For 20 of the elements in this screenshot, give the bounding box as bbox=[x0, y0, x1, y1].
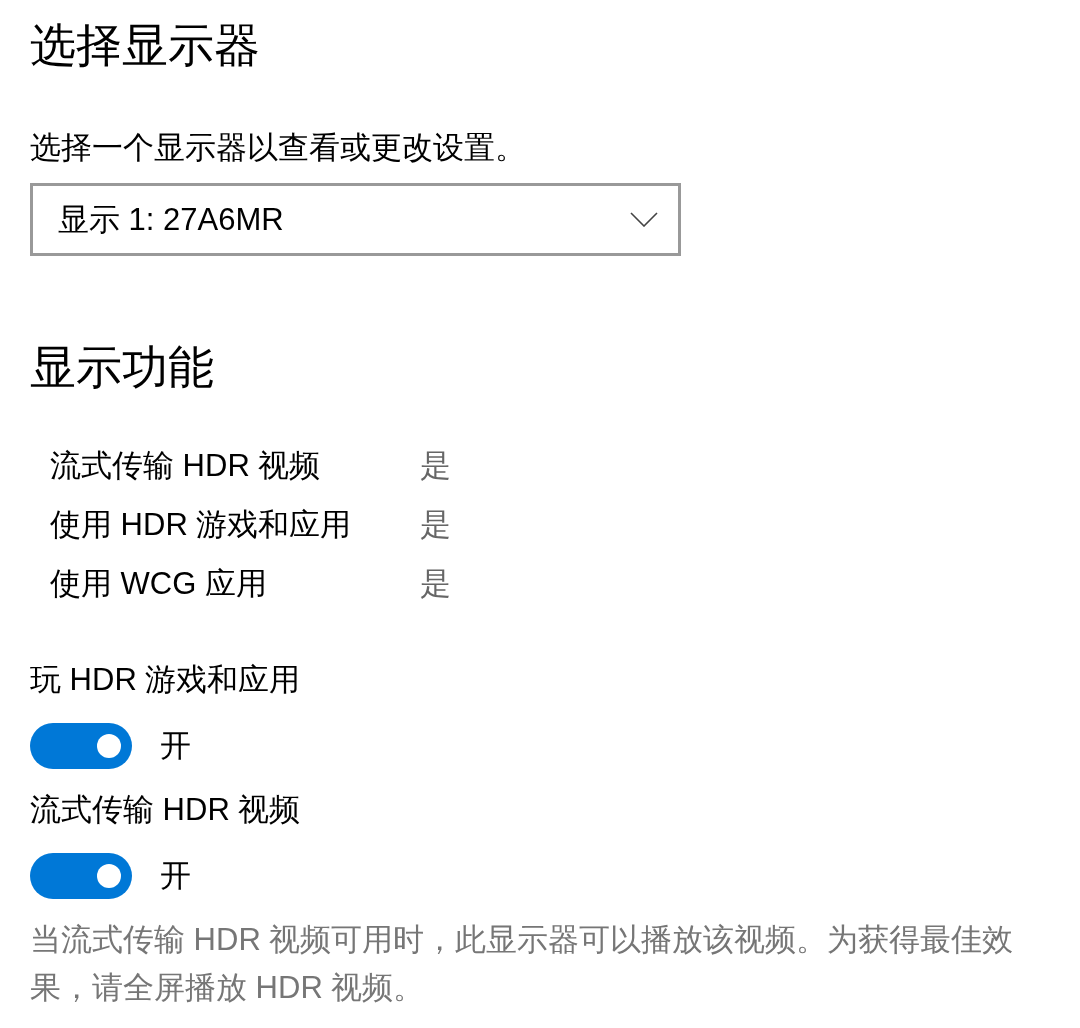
toggle-switch[interactable] bbox=[30, 723, 132, 769]
toggle-knob bbox=[97, 864, 121, 888]
capability-value: 是 bbox=[420, 565, 451, 602]
capability-label: 使用 WCG 应用 bbox=[50, 565, 268, 602]
setting-label: 流式传输 HDR 视频 bbox=[30, 792, 301, 828]
section-heading: 显示功能 bbox=[30, 342, 214, 392]
hdr-note-text: 当流式传输 HDR 视频可用时，此显示器可以播放该视频。为获得最佳效果，请全屏播放 HDR 视频。 bbox=[30, 921, 1015, 1007]
toggle-state-label: 开 bbox=[160, 858, 191, 894]
toggle-switch[interactable] bbox=[30, 853, 132, 899]
capability-value: 是 bbox=[420, 447, 451, 484]
instruction-text: 选择一个显示器以查看或更改设置。 bbox=[30, 130, 526, 166]
section-heading: 选择显示器 bbox=[30, 20, 260, 70]
capability-value: 是 bbox=[420, 506, 451, 543]
capability-label: 使用 HDR 游戏和应用 bbox=[50, 506, 353, 543]
toggle-state-label: 开 bbox=[160, 728, 191, 764]
setting-label: 玩 HDR 游戏和应用 bbox=[30, 662, 301, 698]
display-dropdown[interactable]: 显示 1: 27A6MR bbox=[30, 183, 681, 256]
capability-label: 流式传输 HDR 视频 bbox=[50, 447, 322, 484]
chevron-down-icon bbox=[630, 212, 658, 227]
toggle-knob bbox=[97, 734, 121, 758]
